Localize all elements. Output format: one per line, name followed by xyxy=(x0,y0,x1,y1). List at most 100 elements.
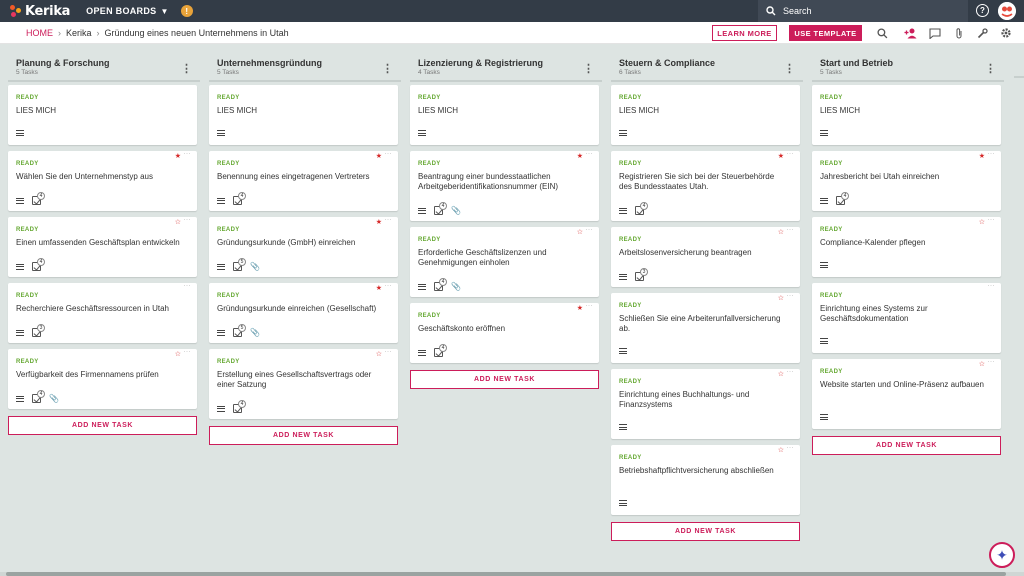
kerika-logo[interactable]: Kerika xyxy=(10,4,70,19)
card-menu-icon[interactable]: ··· xyxy=(787,445,795,451)
task-card[interactable]: ☆ ··· READY Einen umfassenden Geschäftsplan… xyxy=(8,217,197,277)
ai-assistant-button[interactable]: ✦ xyxy=(989,542,1015,568)
help-icon[interactable]: ? xyxy=(976,4,989,17)
star-filled-icon[interactable]: ★ xyxy=(376,218,382,226)
task-card[interactable]: ☆ ··· READY Verfügbarkeit des Firmennamens … xyxy=(8,349,197,409)
card-menu-icon[interactable]: ··· xyxy=(988,151,996,157)
card-menu-icon[interactable]: ··· xyxy=(184,217,192,223)
chat-icon[interactable] xyxy=(928,26,942,40)
card-menu-icon[interactable]: ··· xyxy=(988,359,996,365)
star-outline-icon[interactable]: ☆ xyxy=(778,294,784,302)
task-card[interactable]: ★ ··· READY Gründungsurkunde (GmbH) einreic… xyxy=(209,217,398,277)
column-header[interactable]: Planung & Forschung 5 Tasks ⋮ xyxy=(8,58,200,82)
card-menu-icon[interactable]: ··· xyxy=(184,349,192,355)
star-outline-icon[interactable]: ☆ xyxy=(778,370,784,378)
task-card[interactable]: ★ ··· READY Wählen Sie den Unternehmenstyp … xyxy=(8,151,197,211)
task-card[interactable]: READY LIES MICH xyxy=(611,85,800,145)
add-new-task-button[interactable]: ADD NEW TASK xyxy=(611,522,800,541)
card-menu-icon[interactable]: ··· xyxy=(385,283,393,289)
task-card[interactable]: ★ ··· READY Beantragung einer bundesstaatli… xyxy=(410,151,599,221)
star-filled-icon[interactable]: ★ xyxy=(778,152,784,160)
org-badge[interactable]: ! xyxy=(180,5,193,17)
star-outline-icon[interactable]: ☆ xyxy=(979,360,985,368)
avatar[interactable] xyxy=(998,2,1016,20)
open-boards-menu[interactable]: OPEN BOARDS ▼ xyxy=(86,6,169,16)
search-board-icon[interactable] xyxy=(875,26,889,40)
attachment-icon[interactable] xyxy=(952,26,966,40)
star-filled-icon[interactable]: ★ xyxy=(376,152,382,160)
column-header[interactable]: Unternehmensgründung 5 Tasks ⋮ xyxy=(209,58,401,82)
add-new-task-button[interactable]: ADD NEW TASK xyxy=(8,416,197,435)
star-outline-icon[interactable]: ☆ xyxy=(376,350,382,358)
card-menu-icon[interactable]: ··· xyxy=(988,217,996,223)
star-filled-icon[interactable]: ★ xyxy=(376,284,382,292)
card-menu-icon[interactable]: ··· xyxy=(385,217,393,223)
column-header[interactable]: Lizenzierung & Registrierung 4 Tasks ⋮ xyxy=(410,58,602,82)
star-filled-icon[interactable]: ★ xyxy=(175,152,181,160)
description-icon xyxy=(16,263,24,270)
card-menu-icon[interactable]: ··· xyxy=(787,227,795,233)
task-card[interactable]: READY LIES MICH xyxy=(209,85,398,145)
search-input[interactable]: Search xyxy=(758,0,968,22)
task-card[interactable]: ☆ ··· READY Einrichtung eines Buchhaltungs-… xyxy=(611,369,800,439)
kebab-menu-icon[interactable]: ⋮ xyxy=(181,62,192,75)
task-card[interactable]: READY LIES MICH xyxy=(8,85,197,145)
card-menu-icon[interactable]: ··· xyxy=(787,369,795,375)
card-menu-icon[interactable]: ··· xyxy=(184,283,192,289)
task-card[interactable]: ☆ ··· READY Betriebshaftpflichtversicherung… xyxy=(611,445,800,515)
card-menu-icon[interactable]: ··· xyxy=(787,293,795,299)
task-card[interactable]: ☆ ··· READY Compliance-Kalender pflegen xyxy=(812,217,1001,277)
task-card[interactable]: ★ ··· READY Geschäftskonto eröffnen 4 xyxy=(410,303,599,363)
task-card[interactable]: ★ ··· READY Benennung eines eingetragenen V… xyxy=(209,151,398,211)
star-filled-icon[interactable]: ★ xyxy=(979,152,985,160)
card-menu-icon[interactable]: ··· xyxy=(385,151,393,157)
star-outline-icon[interactable]: ☆ xyxy=(175,350,181,358)
breadcrumb-account[interactable]: Kerika xyxy=(66,28,92,38)
star-outline-icon[interactable]: ☆ xyxy=(979,218,985,226)
task-card[interactable]: READY LIES MICH xyxy=(410,85,599,145)
star-outline-icon[interactable]: ☆ xyxy=(778,228,784,236)
scrollbar-thumb[interactable] xyxy=(6,572,1006,576)
star-outline-icon[interactable]: ☆ xyxy=(175,218,181,226)
task-card[interactable]: ☆ ··· READY Schließen Sie eine Arbeiterunfa… xyxy=(611,293,800,363)
task-card[interactable]: ★ ··· READY Registrieren Sie sich bei der S… xyxy=(611,151,800,221)
task-card[interactable]: ☆ ··· READY Website starten und Online-Präs… xyxy=(812,359,1001,429)
card-menu-icon[interactable]: ··· xyxy=(586,227,594,233)
task-card[interactable]: ··· READY Recherchiere Geschäftsressourcen… xyxy=(8,283,197,343)
task-card[interactable]: ☆ ··· READY Arbeitslosenversicherung beantr… xyxy=(611,227,800,287)
column-header[interactable]: Steuern & Compliance 6 Tasks ⋮ xyxy=(611,58,803,82)
use-template-button[interactable]: USE TEMPLATE xyxy=(789,25,862,41)
star-filled-icon[interactable]: ★ xyxy=(577,304,583,312)
card-menu-icon[interactable]: ··· xyxy=(988,283,996,289)
add-new-task-button[interactable]: ADD NEW TASK xyxy=(812,436,1001,455)
card-menu-icon[interactable]: ··· xyxy=(787,151,795,157)
attachment-icon: 📎 xyxy=(250,328,260,337)
card-menu-icon[interactable]: ··· xyxy=(586,151,594,157)
task-card[interactable]: ★ ··· READY Gründungsurkunde einreichen (Ge… xyxy=(209,283,398,343)
task-card[interactable]: READY LIES MICH xyxy=(812,85,1001,145)
kebab-menu-icon[interactable]: ⋮ xyxy=(784,62,795,75)
add-person-icon[interactable] xyxy=(903,26,917,40)
breadcrumb-home[interactable]: HOME xyxy=(26,28,53,38)
kebab-menu-icon[interactable]: ⋮ xyxy=(985,62,996,75)
task-card[interactable]: ★ ··· READY Jahresbericht bei Utah einreich… xyxy=(812,151,1001,211)
wrench-icon[interactable] xyxy=(975,26,989,40)
gear-icon[interactable] xyxy=(999,26,1013,40)
card-menu-icon[interactable]: ··· xyxy=(385,349,393,355)
star-outline-icon[interactable]: ☆ xyxy=(778,446,784,454)
column-header[interactable]: Start und Betrieb 5 Tasks ⋮ xyxy=(812,58,1004,82)
task-card[interactable]: ☆ ··· READY Erforderliche Geschäftslizenzen… xyxy=(410,227,599,297)
kebab-menu-icon[interactable]: ⋮ xyxy=(583,62,594,75)
add-new-task-button[interactable]: ADD NEW TASK xyxy=(209,426,398,445)
star-filled-icon[interactable]: ★ xyxy=(577,152,583,160)
card-menu-icon[interactable]: ··· xyxy=(586,303,594,309)
learn-more-button[interactable]: LEARN MORE xyxy=(712,25,777,41)
task-card[interactable]: ··· READY Einrichtung eines Systems zur Ge… xyxy=(812,283,1001,353)
add-new-task-button[interactable]: ADD NEW TASK xyxy=(410,370,599,389)
kebab-menu-icon[interactable]: ⋮ xyxy=(382,62,393,75)
card-menu-icon[interactable]: ··· xyxy=(184,151,192,157)
horizontal-scrollbar[interactable] xyxy=(0,572,1024,576)
task-card[interactable]: ☆ ··· READY Erstellung eines Gesellschaftsv… xyxy=(209,349,398,419)
star-outline-icon[interactable]: ☆ xyxy=(577,228,583,236)
description-icon xyxy=(217,130,225,136)
